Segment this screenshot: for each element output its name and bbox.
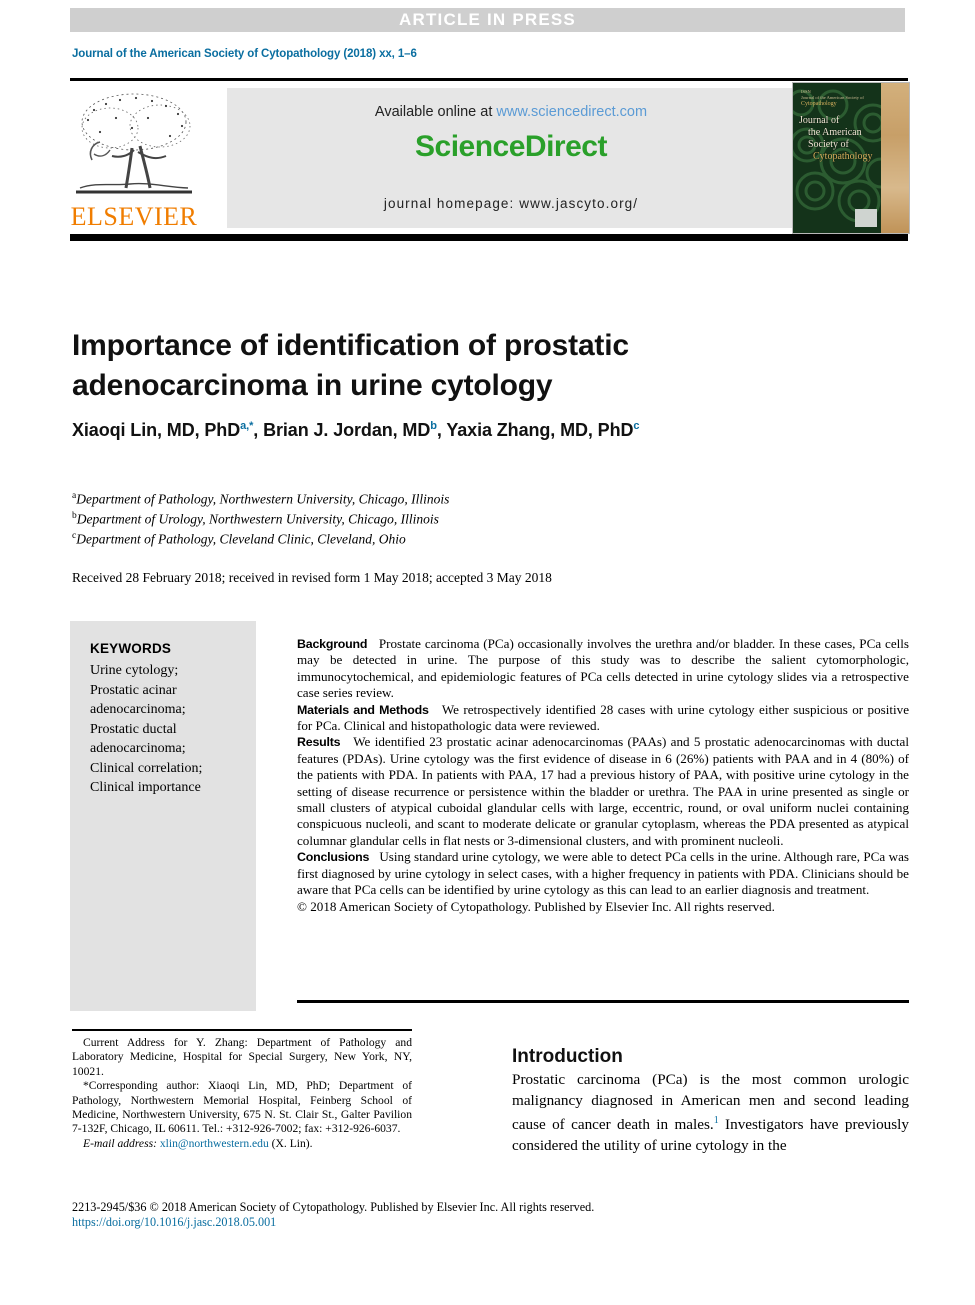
footnotes: Current Address for Y. Zhang: Department… — [72, 1036, 412, 1151]
abstract-section: Background Prostate carcinoma (PCa) occas… — [297, 636, 909, 702]
elsevier-logo: ELSEVIER — [70, 84, 198, 234]
keyword-item[interactable]: Clinical importance — [90, 778, 248, 798]
cover-title-line3: Society of — [808, 139, 849, 150]
footnote-email-line: E-mail address: xlin@northwestern.edu (X… — [72, 1137, 412, 1151]
abstract-section-body: Using standard urine cytology, we were a… — [297, 849, 910, 898]
affiliation-text: Department of Pathology, Cleveland Clini… — [76, 531, 406, 547]
cover-publisher-mark — [855, 209, 877, 227]
keyword-item[interactable]: Prostatic ductal — [90, 720, 248, 740]
available-online-line: Available online at www.sciencedirect.co… — [227, 104, 795, 120]
abstract-section-label: Results — [297, 735, 341, 750]
affiliation-list: aDepartment of Pathology, Northwestern U… — [72, 488, 772, 548]
keywords-heading: KEYWORDS — [90, 641, 172, 656]
cover-issn: ISSN — [801, 89, 811, 94]
cover-subtitle-gold: Cytopathology — [801, 101, 837, 107]
masthead-top-rule — [70, 78, 908, 81]
abstract-section: Materials and Methods We retrospectively … — [297, 702, 909, 735]
introduction-heading: Introduction — [512, 1045, 623, 1067]
masthead: ELSEVIER Available online at www.science… — [70, 78, 910, 243]
affiliation-item: aDepartment of Pathology, Northwestern U… — [72, 488, 772, 508]
keyword-item[interactable]: Prostatic acinar — [90, 681, 248, 701]
cover-title-line4: Cytopathology — [813, 151, 873, 162]
affiliation-item: cDepartment of Pathology, Cleveland Clin… — [72, 528, 772, 548]
abstract-section-label: Conclusions — [297, 850, 370, 865]
elsevier-wordmark: ELSEVIER — [70, 202, 198, 231]
doi-link[interactable]: https://doi.org/10.1016/j.jasc.2018.05.0… — [72, 1215, 908, 1230]
author-affiliation-marker: b — [430, 420, 437, 432]
cover-title-line1: Journal of — [799, 115, 840, 126]
affiliation-text: Department of Urology, Northwestern Univ… — [76, 511, 439, 527]
abstract-section-label: Materials and Methods — [297, 702, 429, 717]
author-name: Xiaoqi Lin, MD, PhD — [72, 420, 241, 440]
keyword-item[interactable]: adenocarcinoma; — [90, 700, 248, 720]
footnote-corresponding-author: *Corresponding author: Xiaoqi Lin, MD, P… — [72, 1079, 412, 1136]
masthead-bottom-rule — [70, 234, 908, 241]
article-in-press-banner: ARTICLE IN PRESS — [70, 8, 905, 32]
sciencedirect-panel: Available online at www.sciencedirect.co… — [227, 88, 795, 228]
cover-title-line2: the American — [808, 127, 862, 138]
keywords-box: KEYWORDS Urine cytology; Prostatic acinar… — [70, 621, 256, 1011]
author-list: Xiaoqi Lin, MD, PhDa,*, Brian J. Jordan,… — [72, 420, 640, 440]
abstract-section: Conclusions Using standard urine cytology… — [297, 849, 909, 898]
keyword-item[interactable]: Clinical correlation; — [90, 759, 248, 779]
abstract-section-body: We identified 23 prostatic acinar adenoc… — [297, 734, 909, 848]
abstract: Background Prostate carcinoma (PCa) occas… — [297, 636, 909, 915]
issn-copyright-line: 2213-2945/$36 © 2018 American Society of… — [72, 1200, 595, 1214]
footnote-divider-rule — [72, 1029, 412, 1031]
email-address-label: E-mail address: — [83, 1136, 157, 1150]
column-divider-rule — [297, 1000, 909, 1003]
keyword-item[interactable]: adenocarcinoma; — [90, 739, 248, 759]
affiliation-item: bDepartment of Urology, Northwestern Uni… — [72, 508, 772, 528]
page-title: Importance of identification of prostati… — [72, 329, 629, 403]
abstract-section: Results We identified 23 prostatic acinar… — [297, 734, 909, 849]
keyword-item[interactable]: Urine cytology; — [90, 661, 248, 681]
abstract-copyright: © 2018 American Society of Cytopathology… — [297, 898, 775, 914]
cover-masthead-text: ISSN Journal of the American Society of … — [801, 89, 871, 107]
author-affiliation-marker: c — [633, 420, 640, 432]
received-dates: Received 28 February 2018; received in r… — [72, 570, 552, 585]
available-online-prefix: Available online at — [374, 104, 497, 120]
cover-subtitle: Journal of the American Society of — [801, 95, 864, 100]
sciencedirect-wordmark: ScienceDirect — [415, 130, 607, 163]
sciencedirect-url-link[interactable]: www.sciencedirect.com — [496, 104, 647, 120]
page-footer: 2213-2945/$36 © 2018 American Society of… — [72, 1200, 908, 1230]
cover-spine — [881, 83, 909, 233]
introduction-paragraph: Prostatic carcinoma (PCa) is the most co… — [512, 1070, 909, 1156]
corresponding-author-marker[interactable]: ,* — [246, 420, 253, 432]
cover-title: Journal of the American Society of Cytop… — [799, 115, 877, 163]
email-suffix: (X. Lin). — [268, 1136, 313, 1150]
journal-citation-line: Journal of the American Society of Cytop… — [72, 48, 417, 60]
footnote-current-address: Current Address for Y. Zhang: Department… — [72, 1036, 412, 1078]
author-name: Yaxia Zhang, MD, PhD — [446, 420, 634, 440]
article-first-page: ARTICLE IN PRESS Journal of the American… — [0, 0, 975, 1305]
journal-homepage-line[interactable]: journal homepage: www.jascyto.org/ — [227, 196, 795, 211]
author-name: Brian J. Jordan, MD — [263, 420, 431, 440]
corresponding-email-link[interactable]: xlin@northwestern.edu — [160, 1137, 269, 1150]
abstract-section-body: Prostate carcinoma (PCa) occasionally in… — [297, 636, 909, 701]
abstract-sections: Background Prostate carcinoma (PCa) occas… — [297, 636, 909, 899]
keywords-list: Urine cytology; Prostatic acinar adenocarc… — [90, 661, 248, 798]
affiliation-text: Department of Pathology, Northwestern Un… — [76, 491, 450, 507]
elsevier-tree-icon — [76, 93, 192, 194]
journal-cover-thumbnail: ISSN Journal of the American Society of … — [792, 82, 910, 234]
abstract-section-label: Background — [297, 637, 368, 651]
